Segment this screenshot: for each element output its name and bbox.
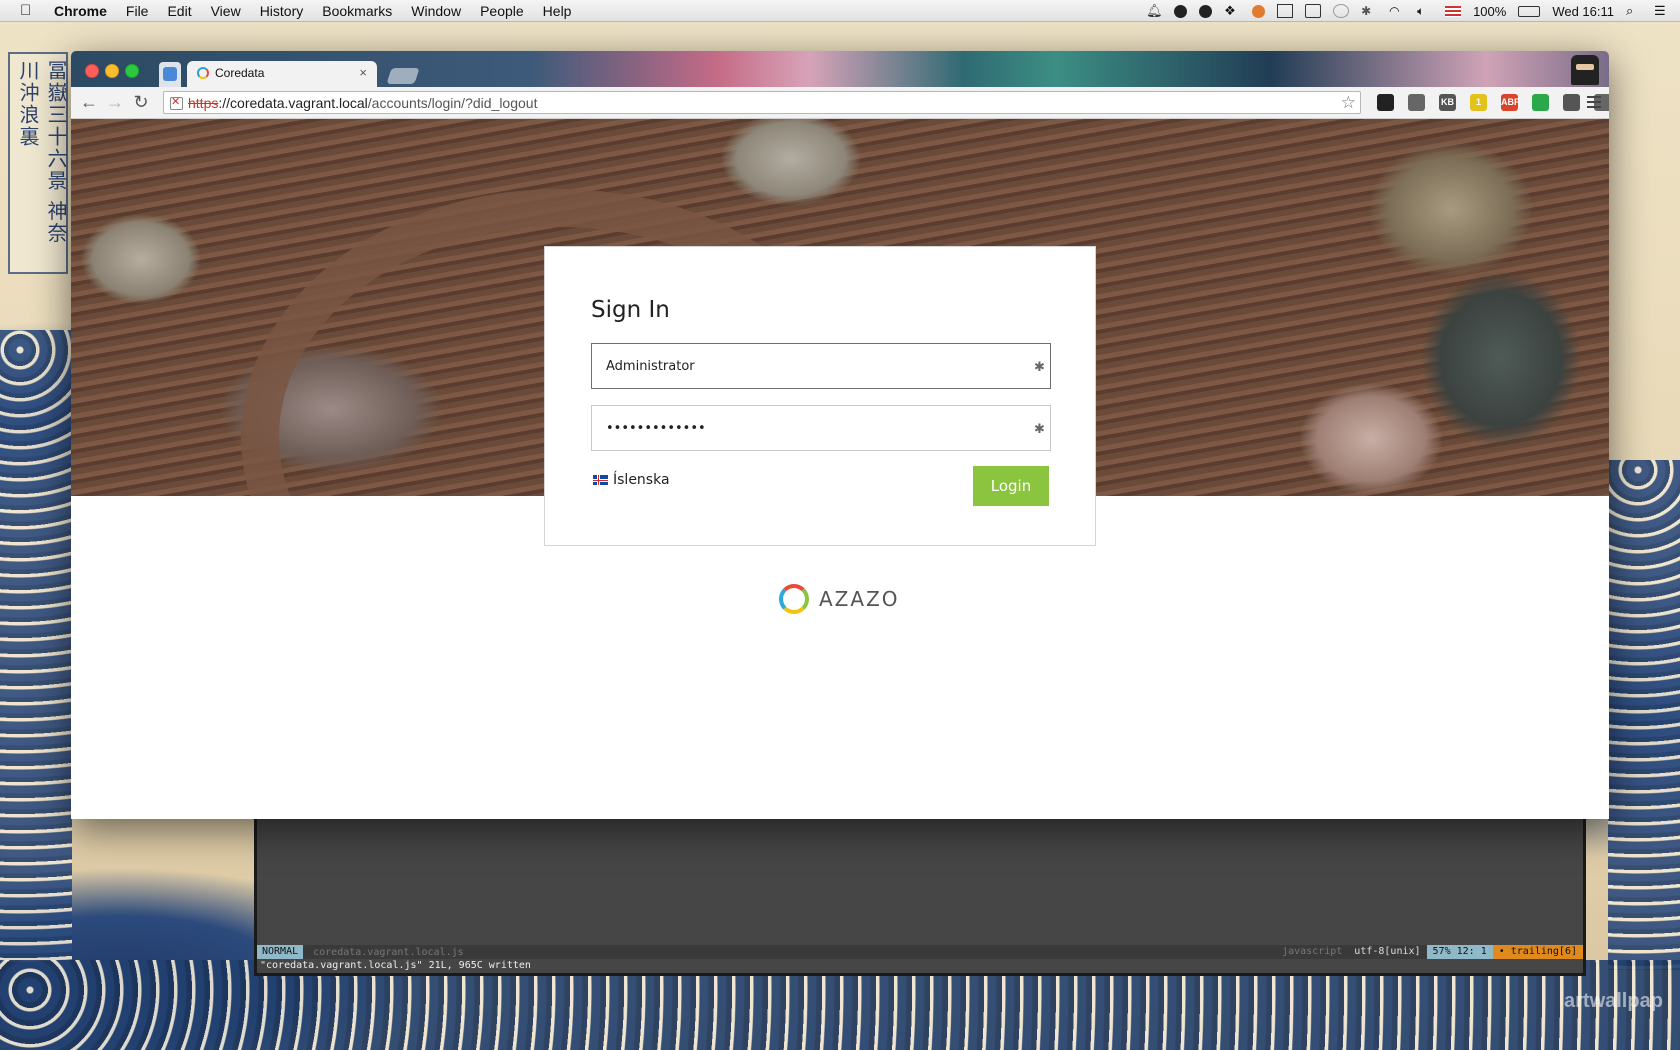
- pocket-icon[interactable]: [1563, 94, 1580, 111]
- vim-trailing: • trailing[6]: [1492, 945, 1583, 959]
- time-machine-icon[interactable]: [1333, 4, 1350, 18]
- vim-filetype: javascript: [1282, 946, 1343, 957]
- browser-window: Coredata × ← → ↻ https://coredata.vagran…: [71, 51, 1609, 819]
- language-label[interactable]: Íslenska: [613, 472, 670, 488]
- password-manager-key-icon[interactable]: ✱: [1034, 360, 1048, 374]
- airplay-icon[interactable]: [1277, 4, 1294, 18]
- username-field[interactable]: ✱: [591, 343, 1051, 389]
- back-arrow-icon[interactable]: ←: [79, 92, 99, 112]
- window-minimize-button[interactable]: [105, 64, 119, 78]
- thumbs-up-icon[interactable]: [1408, 94, 1425, 111]
- username-input[interactable]: [592, 344, 1050, 388]
- menu-help[interactable]: Help: [543, 3, 572, 19]
- tab-coredata[interactable]: Coredata ×: [187, 61, 377, 87]
- abp-icon[interactable]: ABP: [1501, 94, 1520, 111]
- azazo-wordmark: AZAZO: [819, 587, 900, 611]
- browser-titlebar: Coredata ×: [71, 51, 1609, 87]
- spotlight-search-icon[interactable]: ⌕: [1626, 4, 1642, 18]
- address-bar[interactable]: https://coredata.vagrant.local/accounts/…: [163, 91, 1361, 114]
- notification-center-icon[interactable]: ☰: [1654, 4, 1670, 18]
- github-icon[interactable]: [1377, 94, 1394, 111]
- vim-status-right: javascript utf-8[unix] 57% 12: 1 • trail…: [1276, 945, 1583, 959]
- bookmark-star-icon[interactable]: ☆: [1341, 93, 1356, 113]
- menu-edit[interactable]: Edit: [167, 3, 191, 19]
- window-maximize-button[interactable]: [125, 64, 139, 78]
- pinned-tab[interactable]: [159, 62, 181, 87]
- menu-app-name[interactable]: Chrome: [54, 3, 107, 19]
- menu-bar:  Chrome File Edit View History Bookmark…: [0, 0, 1680, 22]
- password-manager-key-icon[interactable]: ✱: [1034, 422, 1048, 436]
- evernote-icon[interactable]: [1174, 4, 1188, 18]
- browser-toolbar: ← → ↻ https://coredata.vagrant.local/acc…: [71, 87, 1609, 119]
- notification-bell-icon[interactable]: 🔔︎: [1146, 4, 1163, 18]
- bluetooth-icon[interactable]: ✱: [1361, 4, 1377, 18]
- menu-people[interactable]: People: [480, 3, 524, 19]
- tab-close-icon[interactable]: ×: [359, 65, 367, 80]
- menu-bookmarks[interactable]: Bookmarks: [322, 3, 392, 19]
- window-close-button[interactable]: [85, 64, 99, 78]
- rss-icon[interactable]: [1252, 4, 1266, 18]
- menu-view[interactable]: View: [211, 3, 241, 19]
- wallpaper-watermark: artwallpap: [1564, 990, 1663, 1012]
- reload-icon[interactable]: ↻: [131, 92, 151, 112]
- vim-message: "coredata.vagrant.local.js" 21L, 965C wr…: [260, 960, 531, 971]
- forward-arrow-icon[interactable]: →: [105, 92, 125, 112]
- page-title: Sign In: [591, 297, 670, 323]
- insecure-lock-icon[interactable]: [170, 95, 183, 110]
- vim-position: 57% 12: 1: [1426, 945, 1493, 959]
- wallpaper-wave-left: [0, 330, 72, 970]
- chat-bubble-icon[interactable]: [1199, 4, 1213, 18]
- dropbox-icon[interactable]: ❖: [1224, 4, 1240, 18]
- wifi-icon[interactable]: ◠: [1389, 4, 1405, 18]
- wallpaper-wave-right: [1608, 460, 1680, 970]
- apple-menu-icon[interactable]: : [20, 2, 34, 19]
- url-path: /accounts/login/?did_logout: [367, 95, 538, 111]
- vim-mode: NORMAL: [257, 945, 304, 959]
- page-content: Sign In ✱ ✱ Íslenska Login AZAZO: [71, 119, 1609, 819]
- menu-window[interactable]: Window: [411, 3, 461, 19]
- menu-history[interactable]: History: [260, 3, 304, 19]
- kb-icon[interactable]: KB: [1439, 94, 1456, 111]
- volume-icon[interactable]: 🔈︎: [1417, 4, 1433, 18]
- us-flag-icon[interactable]: [1445, 5, 1462, 17]
- pinned-tab-icon: [163, 67, 177, 81]
- language-selector[interactable]: Íslenska: [593, 472, 670, 488]
- login-card: Sign In ✱ ✱ Íslenska Login: [544, 246, 1096, 546]
- keyboard-icon[interactable]: [1305, 4, 1322, 18]
- password-input[interactable]: [592, 406, 1050, 450]
- url-host: ://coredata.vagrant.local: [218, 95, 368, 111]
- vim-status-line: NORMAL coredata.vagrant.local.js javascr…: [257, 945, 1583, 959]
- menu-clock[interactable]: Wed 16:11: [1552, 4, 1614, 19]
- status-area: 🔔︎ ❖ ✱ ◠ 🔈︎ 100% Wed 16:11 ⌕ ☰: [1146, 0, 1670, 22]
- vim-filename: coredata.vagrant.local.js: [313, 946, 464, 958]
- menu-file[interactable]: File: [126, 3, 149, 19]
- new-tab-button[interactable]: [386, 68, 420, 84]
- url-scheme: https: [188, 95, 219, 111]
- battery-icon[interactable]: [1518, 5, 1541, 17]
- iceland-flag-icon: [593, 475, 608, 485]
- login-button[interactable]: Login: [973, 466, 1049, 506]
- coredata-favicon-icon: [197, 67, 209, 79]
- hangouts-icon[interactable]: [1532, 94, 1549, 111]
- azazo-ring-icon: [779, 584, 809, 614]
- vim-encoding: utf-8[unix]: [1354, 946, 1421, 957]
- wallpaper-cartouche: 冨嶽三十六景 神奈川沖浪裏: [8, 52, 68, 274]
- profile-avatar-icon[interactable]: [1571, 55, 1599, 85]
- tab-title: Coredata: [215, 66, 265, 80]
- password-field[interactable]: ✱: [591, 405, 1051, 451]
- battery-percent[interactable]: 100%: [1473, 4, 1506, 19]
- note-icon[interactable]: 1: [1470, 94, 1487, 111]
- address-url[interactable]: https://coredata.vagrant.local/accounts/…: [188, 95, 537, 111]
- azazo-logo: AZAZO: [779, 584, 900, 614]
- cartouche-text: 冨嶽三十六景 神奈川沖浪裏: [16, 60, 68, 245]
- chrome-menu-icon[interactable]: [1587, 96, 1601, 108]
